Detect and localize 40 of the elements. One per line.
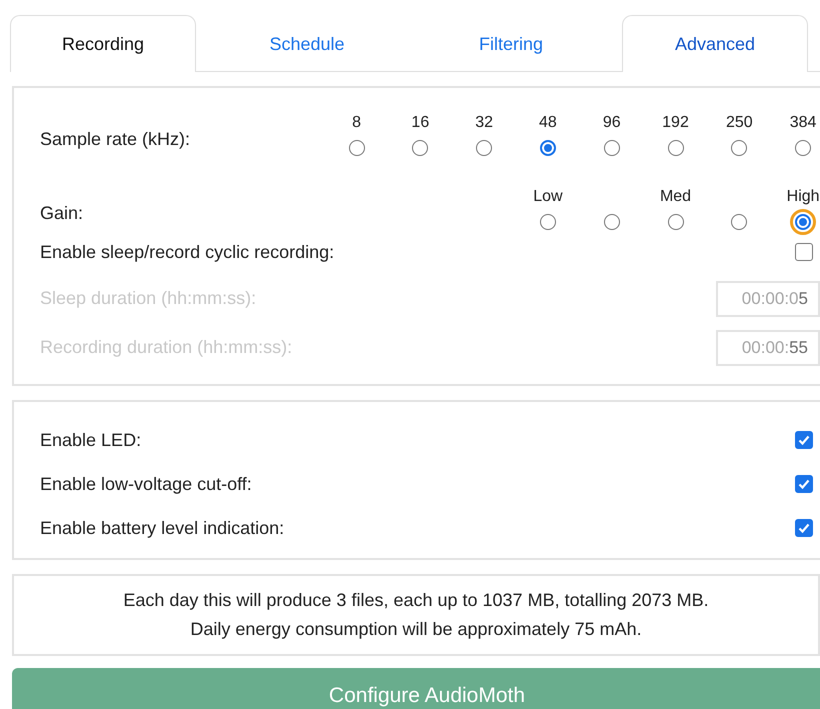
summary-text: Daily energy consumption will be approximately 75 mAh.	[189, 618, 643, 641]
option-label: Enable LED:	[40, 430, 142, 450]
option-label: Med	[660, 188, 692, 206]
radio-button[interactable]	[731, 140, 748, 156]
radio-button[interactable]	[604, 214, 620, 230]
radio-button[interactable]	[668, 140, 684, 156]
radio-button[interactable]	[540, 140, 556, 156]
tab[interactable]: Recording	[10, 15, 196, 72]
radio-button[interactable]	[540, 214, 556, 230]
tab[interactable]: Schedule	[214, 15, 400, 72]
sample-rate-label: Sample rate (kHz):	[40, 129, 190, 151]
option-label: 8	[352, 114, 361, 132]
radio-button[interactable]	[476, 140, 492, 156]
tab[interactable]: Advanced	[622, 15, 808, 72]
option-label: 192	[662, 114, 689, 132]
option-label: 384	[790, 114, 816, 132]
checkbox[interactable]	[795, 431, 813, 449]
configure-button[interactable]: Configure AudioMoth	[12, 668, 820, 709]
radio-button[interactable]	[604, 140, 620, 156]
tab[interactable]: Filtering	[418, 15, 604, 72]
option-label: 16	[411, 114, 430, 132]
radio-button[interactable]	[348, 140, 365, 156]
option-label: 96	[602, 114, 621, 132]
radio-button[interactable]	[795, 140, 812, 156]
option-label: High	[786, 188, 820, 206]
radio-button[interactable]	[731, 214, 748, 230]
cyclic-recording-label: Enable sleep/record cyclic recording:	[40, 242, 334, 262]
gain-label: Gain:	[40, 203, 84, 225]
checkbox[interactable]	[795, 243, 813, 261]
option-label: Low	[533, 188, 563, 206]
radio-button[interactable]	[412, 140, 428, 156]
option-label: Enable low-voltage cut-off:	[40, 474, 252, 494]
summary-text: Each day this will produce 3 files, each up to 1037 MB, totalling 2073 MB.	[122, 589, 710, 612]
radio-button[interactable]	[668, 214, 684, 230]
option-label: Enable battery level indication:	[40, 518, 284, 538]
option-label: 48	[539, 114, 557, 132]
option-label: 250	[726, 114, 753, 132]
checkbox[interactable]	[795, 475, 813, 493]
checkbox[interactable]	[795, 519, 813, 537]
option-label: 32	[475, 114, 494, 132]
